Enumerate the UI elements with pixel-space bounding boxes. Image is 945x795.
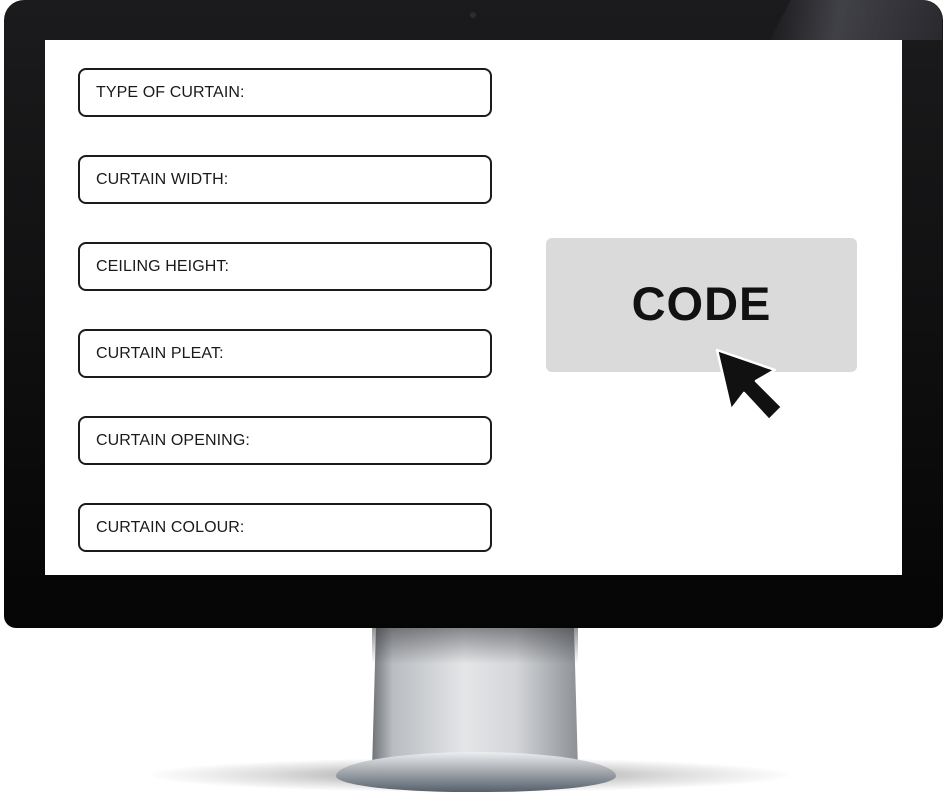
screen: TYPE OF CURTAIN: CURTAIN WIDTH: CEILING … — [45, 40, 902, 575]
monitor-stand-foot — [336, 752, 616, 792]
bezel-glare — [770, 0, 942, 40]
curtain-width-field[interactable]: CURTAIN WIDTH: — [78, 155, 492, 204]
camera-icon — [470, 12, 476, 18]
curtain-opening-label: CURTAIN OPENING: — [96, 431, 250, 449]
type-of-curtain-label: TYPE OF CURTAIN: — [96, 83, 245, 101]
ceiling-height-field[interactable]: CEILING HEIGHT: — [78, 242, 492, 291]
curtain-pleat-field[interactable]: CURTAIN PLEAT: — [78, 329, 492, 378]
curtain-opening-field[interactable]: CURTAIN OPENING: — [78, 416, 492, 465]
ceiling-height-label: CEILING HEIGHT: — [96, 257, 230, 275]
curtain-width-label: CURTAIN WIDTH: — [96, 170, 229, 188]
stand-neck-shade — [372, 624, 578, 664]
code-button[interactable]: CODE — [546, 238, 857, 372]
curtain-colour-label: CURTAIN COLOUR: — [96, 518, 245, 536]
mouse-pointer-icon — [715, 348, 784, 422]
monitor-mockup: TYPE OF CURTAIN: CURTAIN WIDTH: CEILING … — [0, 0, 945, 795]
code-button-label: CODE — [631, 276, 772, 330]
type-of-curtain-field[interactable]: TYPE OF CURTAIN: — [78, 68, 492, 117]
curtain-colour-field[interactable]: CURTAIN COLOUR: — [78, 503, 492, 552]
curtain-pleat-label: CURTAIN PLEAT: — [96, 344, 224, 362]
